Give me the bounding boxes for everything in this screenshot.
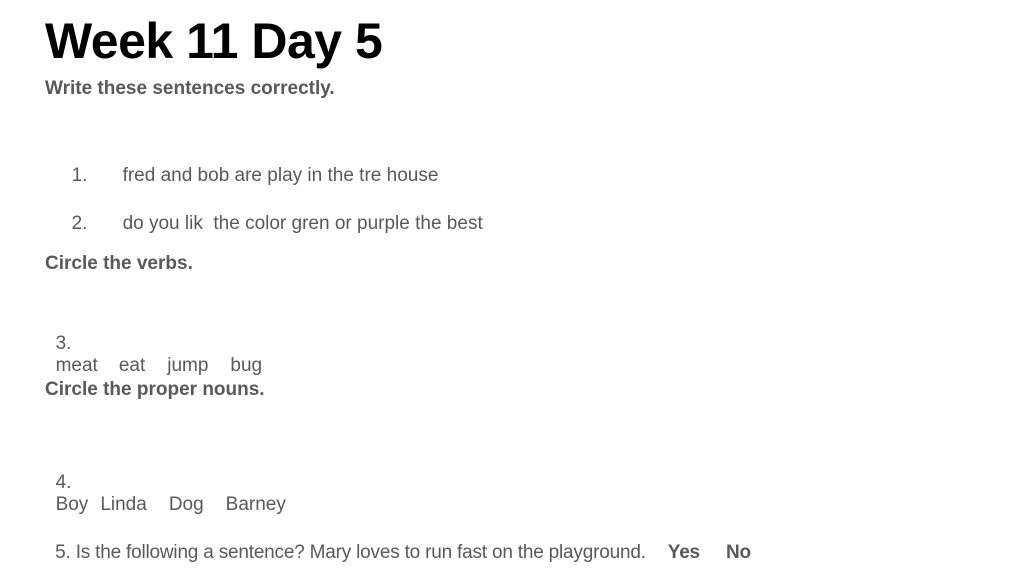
- sentence-number: 1.: [71, 165, 88, 186]
- sentence-number: 2.: [71, 213, 88, 234]
- word-choice[interactable]: Dog: [169, 494, 204, 515]
- word-choice[interactable]: bug: [230, 355, 262, 376]
- sentence-item: 1. fred and bob are play in the tre house: [61, 143, 439, 187]
- word-choice[interactable]: eat: [119, 355, 145, 376]
- word-choice[interactable]: Linda: [100, 494, 147, 515]
- word-choice[interactable]: Barney: [226, 494, 286, 515]
- question-text: 5. Is the following a sentence? Mary lov…: [55, 542, 646, 563]
- page-title: Week 11 Day 5: [45, 13, 383, 69]
- answer-yes[interactable]: Yes: [668, 542, 700, 563]
- word-choice[interactable]: meat: [56, 355, 98, 376]
- question-number: 4.: [55, 472, 72, 493]
- word-choice[interactable]: jump: [167, 355, 208, 376]
- instruction-circle-verbs: Circle the verbs.: [45, 253, 193, 274]
- question-5: 5. Is the following a sentence? Mary lov…: [45, 520, 751, 564]
- question-3: 3. meat eat jump bug: [45, 311, 263, 377]
- instruction-write-correctly: Write these sentences correctly.: [45, 78, 335, 99]
- answer-no[interactable]: No: [726, 542, 751, 563]
- word-choice[interactable]: Boy: [56, 494, 89, 515]
- sentence-item: 2. do you lik the color gren or purple th…: [61, 191, 483, 235]
- sentence-text: fred and bob are play in the tre house: [122, 165, 439, 186]
- question-4: 4. Boy Linda Dog Barney: [45, 450, 286, 516]
- instruction-circle-proper-nouns: Circle the proper nouns.: [45, 379, 265, 400]
- question-number: 3.: [55, 333, 72, 354]
- sentence-text: do you lik the color gren or purple the …: [122, 213, 483, 234]
